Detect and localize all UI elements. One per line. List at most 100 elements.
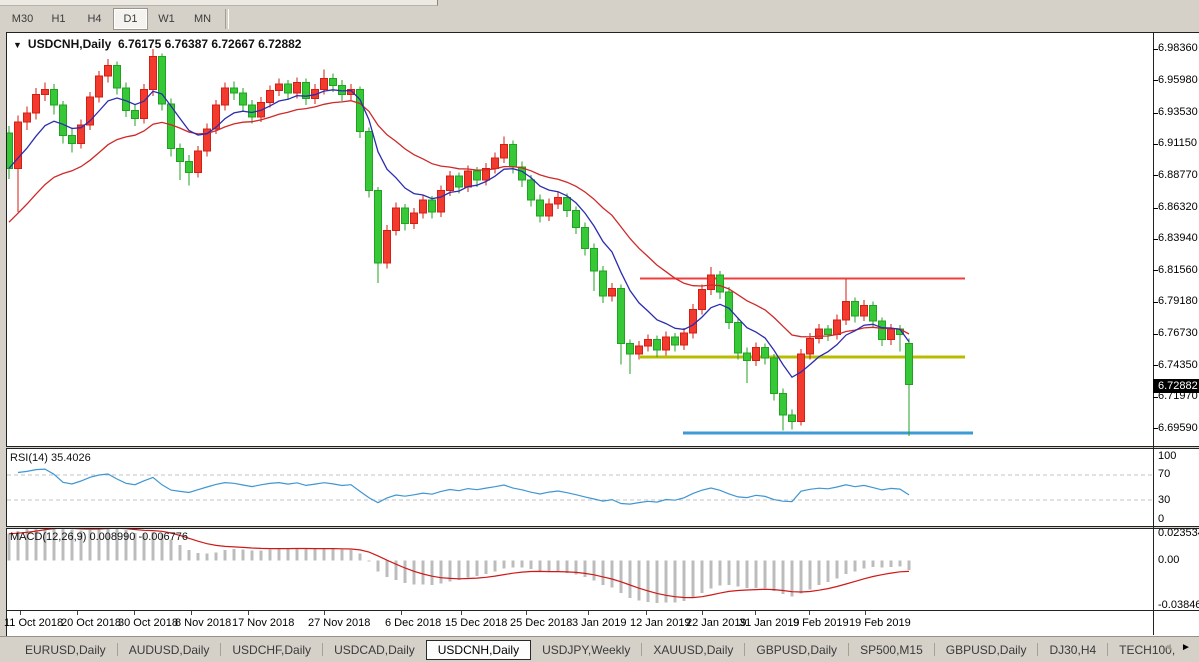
candle[interactable]	[636, 346, 643, 354]
timeframe-button-w1[interactable]: W1	[149, 8, 184, 30]
candle[interactable]	[798, 354, 805, 421]
candle[interactable]	[447, 176, 454, 190]
candle[interactable]	[186, 162, 193, 173]
candle[interactable]	[267, 91, 274, 103]
candle[interactable]	[825, 329, 832, 334]
candle[interactable]	[321, 79, 328, 90]
candle[interactable]	[735, 323, 742, 353]
candle[interactable]	[438, 191, 445, 212]
timeframe-button-m30[interactable]: M30	[5, 8, 40, 30]
chart-tab-dj30-h4[interactable]: DJ30,H4	[1038, 640, 1107, 660]
candle[interactable]	[150, 56, 157, 89]
candle[interactable]	[69, 135, 76, 143]
candle[interactable]	[744, 353, 751, 361]
candle[interactable]	[789, 415, 796, 422]
candle[interactable]	[393, 208, 400, 230]
candle[interactable]	[132, 110, 139, 118]
candle[interactable]	[546, 204, 553, 216]
timeframe-button-h1[interactable]: H1	[41, 8, 76, 30]
candle[interactable]	[762, 348, 769, 359]
chart-tab-usdchf-daily[interactable]: USDCHF,Daily	[221, 640, 322, 660]
timeframe-button-mn[interactable]: MN	[185, 8, 220, 30]
candle[interactable]	[375, 191, 382, 263]
candle[interactable]	[249, 105, 256, 117]
candle[interactable]	[510, 145, 517, 167]
candle[interactable]	[708, 275, 715, 289]
candle[interactable]	[564, 197, 571, 210]
candle[interactable]	[114, 66, 121, 88]
candle[interactable]	[51, 89, 58, 105]
candle[interactable]	[384, 230, 391, 263]
candle[interactable]	[690, 309, 697, 333]
candle[interactable]	[33, 95, 40, 113]
candle[interactable]	[573, 211, 580, 228]
candle[interactable]	[24, 113, 31, 122]
candle[interactable]	[231, 88, 238, 93]
candle[interactable]	[411, 213, 418, 224]
candle[interactable]	[366, 131, 373, 190]
candle[interactable]	[7, 133, 13, 169]
candle[interactable]	[609, 288, 616, 296]
candle[interactable]	[177, 149, 184, 162]
rsi-indicator-plot[interactable]	[7, 449, 1153, 526]
timeframe-button-h4[interactable]: H4	[77, 8, 112, 30]
candle[interactable]	[123, 88, 130, 110]
candle[interactable]	[654, 340, 661, 351]
candle[interactable]	[699, 290, 706, 310]
chart-tab-usdcnh-daily[interactable]: USDCNH,Daily	[426, 640, 531, 660]
candle[interactable]	[771, 358, 778, 394]
candle[interactable]	[618, 288, 625, 343]
candle[interactable]	[870, 305, 877, 321]
candle[interactable]	[492, 158, 499, 169]
candle[interactable]	[663, 337, 670, 350]
candle[interactable]	[906, 344, 913, 385]
candle[interactable]	[105, 66, 112, 77]
chart-tab-sp500-m15[interactable]: SP500,M15	[849, 640, 934, 660]
candle[interactable]	[96, 76, 103, 97]
candle[interactable]	[627, 344, 634, 355]
timeframe-button-d1[interactable]: D1	[113, 8, 148, 30]
tab-scroll-right-icon[interactable]: ►	[1181, 642, 1191, 653]
candle[interactable]	[42, 89, 49, 94]
candle[interactable]	[555, 197, 562, 204]
chart-tab-usdjpy-weekly[interactable]: USDJPY,Weekly	[531, 640, 641, 660]
candle[interactable]	[843, 301, 850, 319]
candle[interactable]	[501, 145, 508, 158]
candle[interactable]	[591, 249, 598, 271]
candle[interactable]	[780, 394, 787, 415]
candle[interactable]	[717, 275, 724, 292]
main-chart-plot[interactable]	[7, 33, 1153, 446]
candle[interactable]	[222, 88, 229, 105]
candle[interactable]	[465, 171, 472, 187]
candle[interactable]	[879, 321, 886, 339]
candle[interactable]	[807, 338, 814, 354]
candle[interactable]	[645, 340, 652, 347]
candle[interactable]	[852, 301, 859, 315]
candle[interactable]	[456, 176, 463, 187]
candle[interactable]	[429, 200, 436, 212]
candle[interactable]	[339, 85, 346, 94]
candle[interactable]	[681, 333, 688, 345]
candle[interactable]	[888, 329, 895, 340]
candle[interactable]	[537, 200, 544, 216]
candle[interactable]	[861, 305, 868, 316]
candle[interactable]	[402, 208, 409, 224]
candle[interactable]	[582, 228, 589, 249]
candle[interactable]	[294, 83, 301, 94]
chart-tab-xauusd-daily[interactable]: XAUUSD,Daily	[642, 640, 744, 660]
chart-tab-audusd-daily[interactable]: AUDUSD,Daily	[118, 640, 221, 660]
chart-tab-usdcad-daily[interactable]: USDCAD,Daily	[323, 640, 426, 660]
candle[interactable]	[834, 320, 841, 334]
candle[interactable]	[330, 79, 337, 86]
chart-tab-tech100-[interactable]: TECH100,	[1108, 640, 1186, 660]
candle[interactable]	[240, 93, 247, 105]
chart-tab-gbpusd-daily[interactable]: GBPUSD,Daily	[745, 640, 848, 660]
candle[interactable]	[474, 171, 481, 180]
candle[interactable]	[528, 180, 535, 200]
candle[interactable]	[753, 348, 760, 361]
chart-tab-eurusd-daily[interactable]: EURUSD,Daily	[14, 640, 117, 660]
tab-scroll-left-icon[interactable]: ◄	[1163, 642, 1173, 653]
chart-dropdown-icon[interactable]: ▼	[13, 40, 22, 50]
chart-tab-gbpusd-daily[interactable]: GBPUSD,Daily	[935, 640, 1038, 660]
candle[interactable]	[672, 337, 679, 345]
